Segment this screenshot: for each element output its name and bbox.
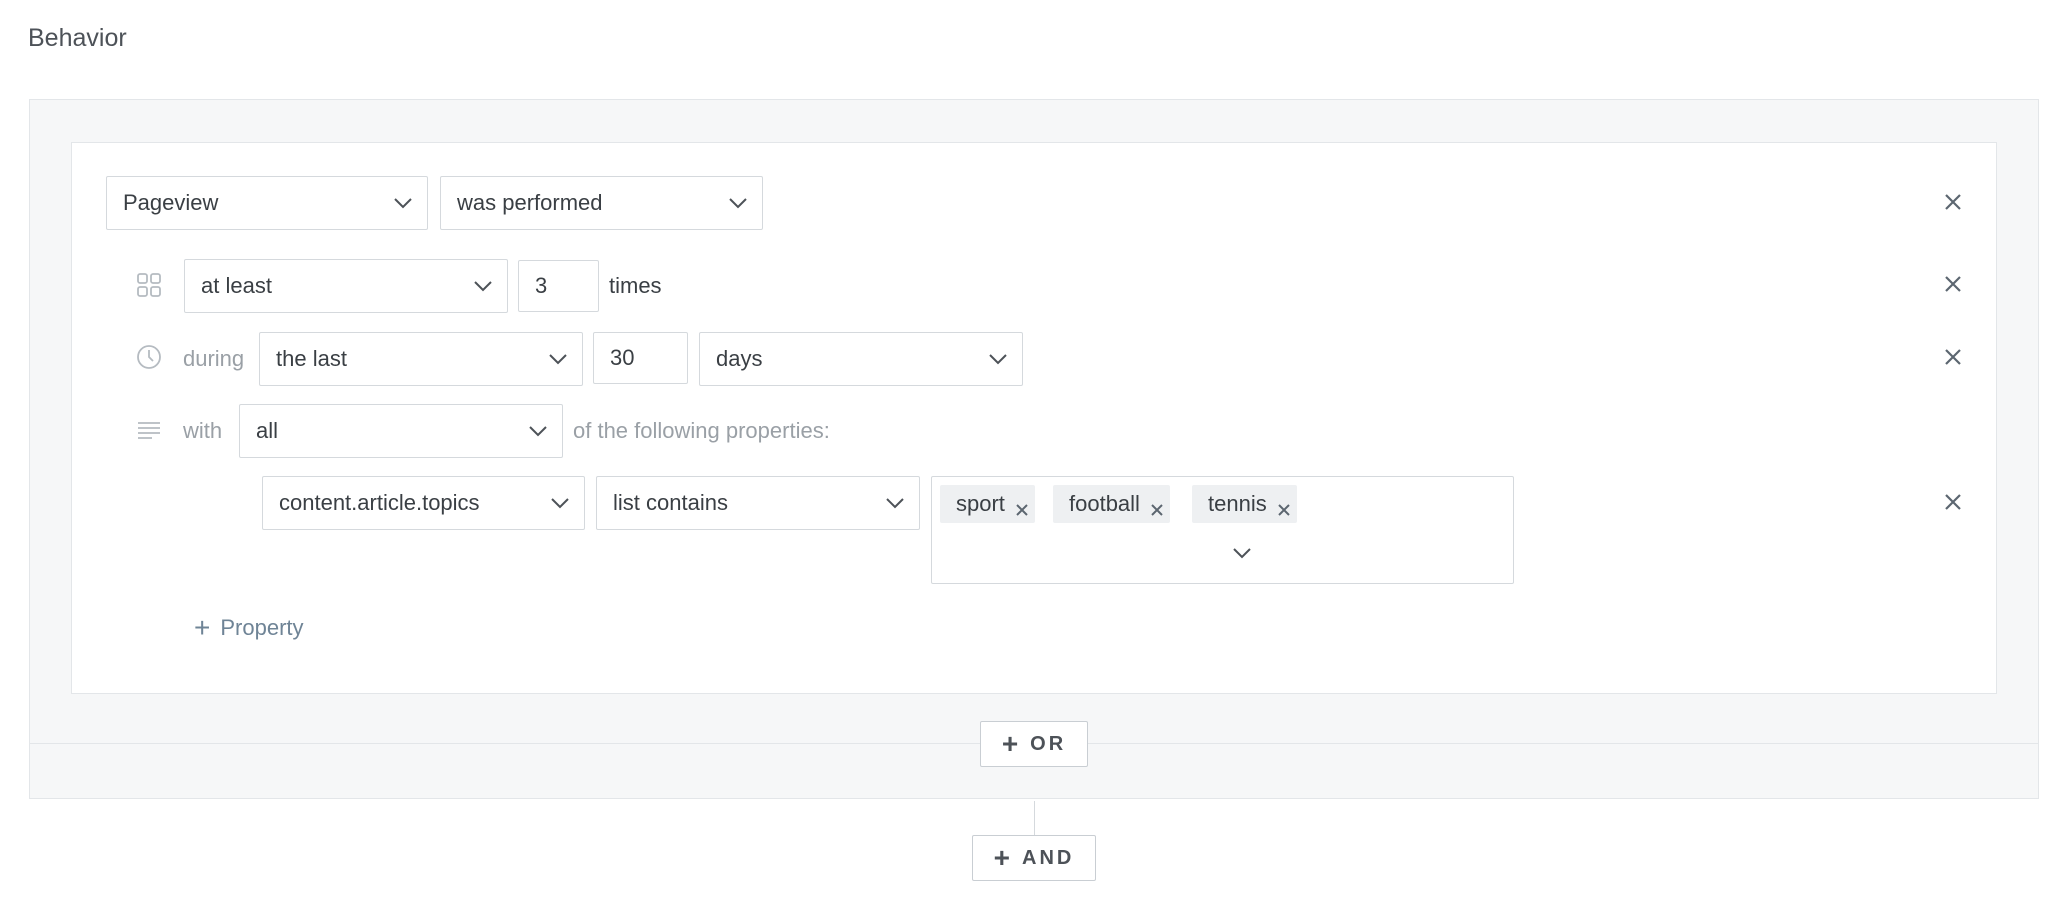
event-select[interactable]: Pageview <box>106 176 428 230</box>
timeframe-unit-value: days <box>716 346 763 371</box>
chevron-down-icon <box>393 197 413 209</box>
value-tag: tennis <box>1192 485 1297 523</box>
timeframe-prefix-label: during <box>183 346 245 371</box>
remove-frequency-button[interactable] <box>1943 274 1963 294</box>
chevron-down-icon <box>528 425 548 437</box>
section-title: Behavior <box>28 24 127 52</box>
value-tag: football <box>1053 485 1170 523</box>
close-icon <box>1945 494 1961 510</box>
property-name-value: content.article.topics <box>279 490 480 515</box>
chevron-down-icon <box>988 353 1008 365</box>
properties-prefix-label: with <box>183 418 223 443</box>
add-and-button[interactable]: + AND <box>972 835 1096 881</box>
value-tag-label: sport <box>956 491 1005 516</box>
remove-timeframe-button[interactable] <box>1943 347 1963 367</box>
value-tag-label: football <box>1069 491 1140 516</box>
frequency-comparison-value: at least <box>201 273 272 298</box>
value-tag-label: tennis <box>1208 491 1267 516</box>
frequency-count-input[interactable]: 3 <box>518 260 599 312</box>
chevron-down-icon <box>728 197 748 209</box>
properties-suffix-label: of the following properties: <box>573 418 830 443</box>
chevron-down-icon <box>550 497 570 509</box>
frequency-unit-label: times <box>609 273 662 298</box>
event-operator-select[interactable]: was performed <box>440 176 763 230</box>
timeframe-range-value: the last <box>276 346 347 371</box>
close-icon <box>1945 349 1961 365</box>
event-select-value: Pageview <box>123 190 219 215</box>
chevron-down-icon <box>473 280 493 292</box>
properties-match-select[interactable]: all <box>239 404 563 458</box>
plus-icon: + <box>1001 728 1019 759</box>
frequency-comparison-select[interactable]: at least <box>184 259 508 313</box>
frequency-count-value: 3 <box>535 273 548 298</box>
property-name-select[interactable]: content.article.topics <box>262 476 585 530</box>
and-button-label: AND <box>1022 846 1075 869</box>
chevron-down-icon[interactable] <box>1232 547 1252 559</box>
add-or-button[interactable]: + OR <box>980 721 1088 767</box>
timeframe-unit-select[interactable]: days <box>699 332 1023 386</box>
chevron-down-icon <box>885 497 905 509</box>
remove-condition-button[interactable] <box>1943 192 1963 212</box>
property-values-multiselect[interactable]: sport football tennis <box>931 476 1514 584</box>
timeframe-amount-value: 30 <box>610 345 635 370</box>
or-button-label: OR <box>1030 732 1067 755</box>
close-icon <box>1945 276 1961 292</box>
lines-icon <box>136 417 162 443</box>
remove-tag-icon[interactable] <box>1015 497 1029 516</box>
grid-icon <box>136 272 162 298</box>
close-icon <box>1945 194 1961 210</box>
property-operator-select[interactable]: list contains <box>596 476 920 530</box>
event-operator-value: was performed <box>457 190 603 215</box>
timeframe-range-select[interactable]: the last <box>259 332 583 386</box>
remove-property-button[interactable] <box>1943 492 1963 512</box>
value-tag: sport <box>940 485 1035 523</box>
remove-tag-icon[interactable] <box>1150 497 1164 516</box>
remove-tag-icon[interactable] <box>1277 497 1291 516</box>
properties-match-value: all <box>256 418 279 443</box>
plus-icon: + <box>993 842 1010 873</box>
clock-icon <box>136 344 162 370</box>
chevron-down-icon <box>548 353 568 365</box>
add-property-label: Property <box>220 615 304 640</box>
property-operator-value: list contains <box>613 490 728 515</box>
timeframe-amount-input[interactable]: 30 <box>593 332 688 384</box>
add-property-button[interactable]: + Property <box>194 614 304 642</box>
plus-icon: + <box>194 612 211 643</box>
connector-line <box>1034 801 1035 835</box>
